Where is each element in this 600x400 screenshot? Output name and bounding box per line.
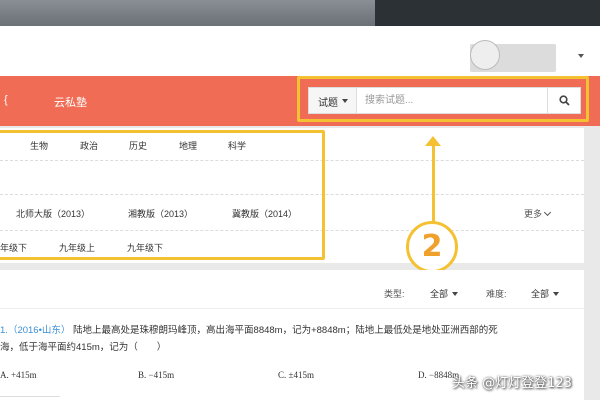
chevron-down-icon[interactable]: [578, 54, 584, 58]
type-filter-value: 全部: [430, 289, 449, 299]
more-button[interactable]: 更多: [524, 207, 552, 220]
question-source: （2016•山东）: [7, 325, 71, 336]
divider: [0, 308, 584, 309]
difficulty-filter-select[interactable]: 全部: [531, 287, 560, 300]
arrow-up-icon: [425, 136, 441, 146]
partial-button: [0, 396, 60, 400]
nav-item-partial[interactable]: {: [4, 94, 8, 106]
top-strip-left: [0, 0, 375, 26]
more-label: 更多: [524, 210, 543, 220]
caret-down-icon: [553, 292, 560, 296]
type-filter-select[interactable]: 全部: [430, 287, 459, 300]
option-b[interactable]: B. −415m: [138, 370, 174, 380]
callout-line: [432, 142, 435, 222]
nav-item-yunsishu[interactable]: 云私塾: [54, 94, 87, 110]
type-filter-label: 类型:: [384, 289, 405, 299]
watermark: 头条 @灯灯登登123: [452, 376, 572, 391]
top-strip-right: [375, 0, 600, 26]
avatar[interactable]: [470, 40, 500, 70]
search-highlight-box: [297, 76, 589, 122]
option-c[interactable]: C. ±415m: [278, 370, 314, 380]
question-line-1: 陆地上最高处是珠穆朗玛峰顶，高出海平面8848m，记为+8848m；陆地上最低处…: [73, 325, 498, 336]
difficulty-filter-value: 全部: [531, 289, 550, 299]
caret-down-icon: [452, 292, 459, 296]
filter-highlight-box: [0, 130, 325, 260]
difficulty-filter-label: 难度:: [486, 289, 507, 299]
question-text[interactable]: 1.（2016•山东） 陆地上最高处是珠穆朗玛峰顶，高出海平面8848m，记为+…: [0, 322, 572, 356]
question-number: 1.: [0, 325, 8, 336]
option-a[interactable]: A. +415m: [0, 370, 37, 380]
question-line-2: 海，低于海平面约415m，记为（ ）: [0, 342, 167, 353]
chevron-down-icon: [543, 208, 552, 217]
callout-number: 2: [406, 221, 458, 273]
